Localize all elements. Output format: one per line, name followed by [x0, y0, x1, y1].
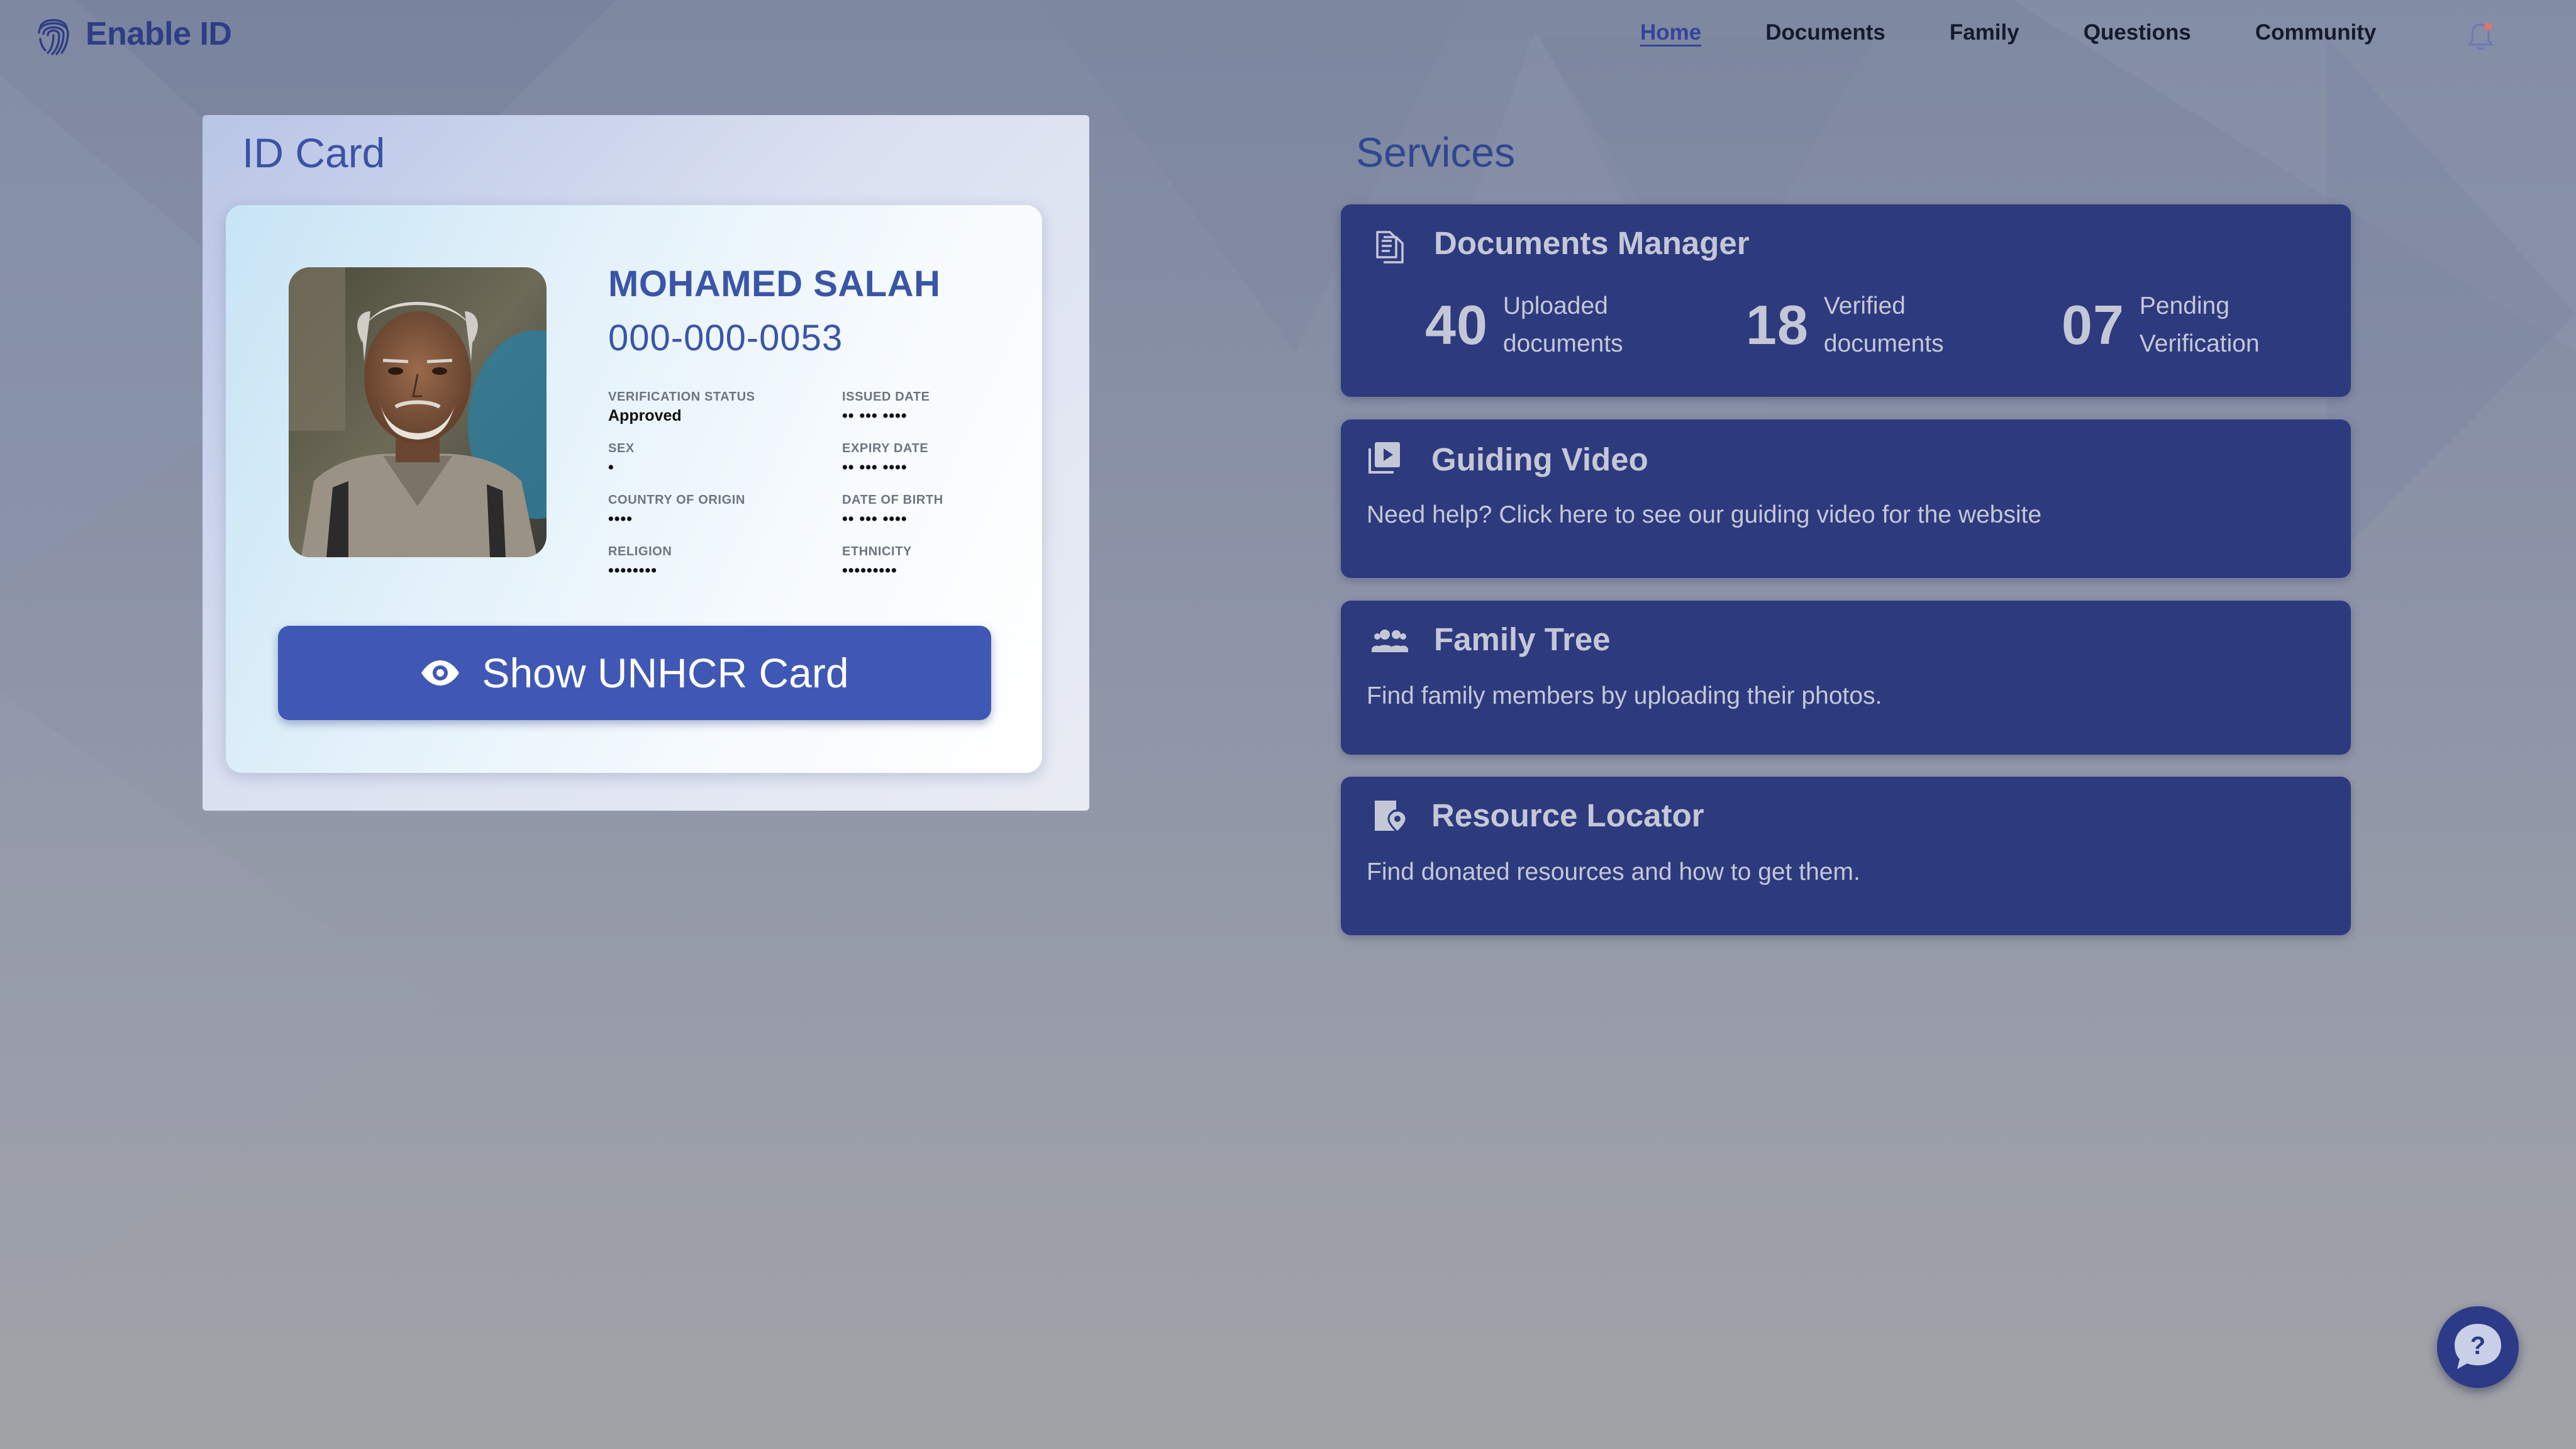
- field-label: VERIFICATION STATUS: [608, 390, 755, 404]
- field-label: DATE OF BIRTH: [842, 493, 943, 507]
- show-unhcr-card-label: Show UNHCR Card: [482, 650, 849, 696]
- field-sex: SEX •: [608, 441, 816, 477]
- field-label: ISSUED DATE: [842, 390, 930, 404]
- resource-locator-card[interactable]: Resource Locator Find donated resources …: [1341, 777, 2351, 935]
- id-card: MOHAMED SALAH 000-000-0053 VERIFICATION …: [226, 205, 1042, 773]
- eye-icon: [421, 660, 460, 686]
- field-label: SEX: [608, 441, 635, 455]
- id-card-panel: ID Card MOHAMED SALAH 000-000-0053 VERIF…: [203, 115, 1089, 811]
- nav-link-home[interactable]: Home: [1640, 20, 1701, 45]
- top-navigation: Enable ID Home Documents Family Question…: [0, 0, 2576, 70]
- stat-value: 07: [2062, 294, 2124, 356]
- video-library-icon: [1368, 442, 1400, 474]
- nav-link-questions[interactable]: Questions: [2084, 20, 2191, 45]
- stat-pending: 07 Pending Verification: [2062, 287, 2260, 363]
- id-fields: VERIFICATION STATUS Approved ISSUED DATE…: [608, 390, 1011, 579]
- holder-photo: [289, 267, 547, 557]
- stat-uploaded: 40 Uploaded documents: [1425, 287, 1623, 363]
- documents-manager-title: Documents Manager: [1434, 225, 1750, 261]
- field-value: ••••: [608, 510, 633, 528]
- holder-name: MOHAMED SALAH: [608, 264, 941, 304]
- id-card-panel-title: ID Card: [242, 130, 386, 176]
- field-label: RELIGION: [608, 545, 672, 558]
- guiding-video-card[interactable]: Guiding Video Need help? Click here to s…: [1341, 419, 2351, 578]
- field-label: EXPIRY DATE: [842, 441, 929, 455]
- services-title: Services: [1356, 129, 1516, 175]
- field-value: •••••••••: [842, 562, 897, 579]
- stat-label: Verified documents: [1823, 292, 1944, 357]
- stat-value: 40: [1425, 294, 1488, 356]
- stat-verified: 18 Verified documents: [1746, 287, 1944, 363]
- bell-icon[interactable]: [2467, 21, 2494, 52]
- field-issued-date: ISSUED DATE •• ••• ••••: [842, 390, 1050, 425]
- show-unhcr-card-button[interactable]: Show UNHCR Card: [278, 626, 991, 720]
- field-ethnicity: ETHNICITY •••••••••: [842, 545, 1050, 580]
- guiding-video-title: Guiding Video: [1431, 441, 1648, 477]
- holder-id-number: 000-000-0053: [608, 318, 843, 358]
- family-tree-description: Find family members by uploading their p…: [1367, 682, 1882, 709]
- resource-locator-description: Find donated resources and how to get th…: [1367, 858, 1860, 886]
- nav-link-community[interactable]: Community: [2255, 20, 2377, 45]
- field-religion: RELIGION ••••••••: [608, 545, 816, 580]
- svg-text:?: ?: [2470, 1332, 2485, 1360]
- field-verification-status: VERIFICATION STATUS Approved: [608, 390, 816, 425]
- stat-label: Pending Verification: [2139, 292, 2260, 357]
- help-chat-button[interactable]: ?: [2437, 1306, 2519, 1388]
- fingerprint-icon: [38, 19, 69, 55]
- field-expiry-date: EXPIRY DATE •• ••• ••••: [842, 441, 1050, 477]
- family-tree-title: Family Tree: [1434, 621, 1611, 657]
- field-value: •: [608, 458, 614, 476]
- stat-value: 18: [1746, 294, 1809, 356]
- nav-link-documents[interactable]: Documents: [1765, 20, 1885, 45]
- stat-label: Uploaded documents: [1502, 292, 1623, 357]
- guiding-video-description: Need help? Click here to see our guiding…: [1367, 501, 2042, 528]
- field-value: Approved: [608, 407, 682, 425]
- app-logo[interactable]: Enable ID: [35, 11, 232, 57]
- documents-icon: [1376, 231, 1404, 264]
- field-value: ••••••••: [608, 562, 658, 579]
- documents-manager-card[interactable]: Documents Manager 40 Uploaded documents …: [1341, 204, 2351, 397]
- field-value: •• ••• ••••: [842, 458, 908, 476]
- map-pin-icon: [1375, 801, 1407, 833]
- field-value: •• ••• ••••: [842, 407, 908, 425]
- field-label: ETHNICITY: [842, 545, 912, 558]
- people-icon: [1372, 630, 1408, 652]
- nav-link-family[interactable]: Family: [1950, 20, 2019, 45]
- app-name: Enable ID: [86, 16, 232, 52]
- resource-locator-title: Resource Locator: [1431, 797, 1704, 833]
- field-date-of-birth: DATE OF BIRTH •• ••• ••••: [842, 493, 1050, 528]
- field-label: COUNTRY OF ORIGIN: [608, 493, 745, 507]
- family-tree-card[interactable]: Family Tree Find family members by uploa…: [1341, 601, 2351, 755]
- nav-links: Home Documents Family Questions Communit…: [1640, 20, 2440, 45]
- field-value: •• ••• ••••: [842, 510, 908, 528]
- help-chat-icon: ?: [2455, 1324, 2501, 1369]
- field-country-of-origin: COUNTRY OF ORIGIN ••••: [608, 493, 816, 528]
- notification-dot: [2484, 23, 2492, 30]
